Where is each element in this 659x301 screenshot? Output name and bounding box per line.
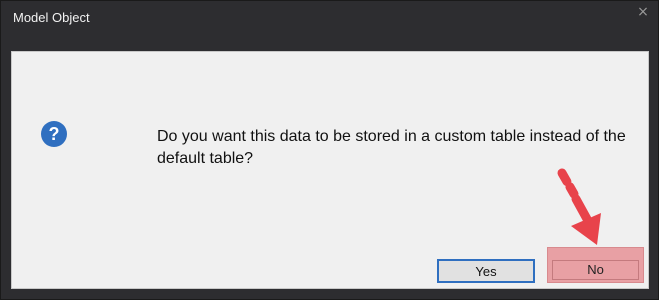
title-bar: Model Object × [1, 1, 658, 35]
yes-button[interactable]: Yes [437, 259, 535, 283]
dialog-body: ? Do you want this data to be stored in … [11, 51, 649, 289]
svg-text:?: ? [49, 124, 60, 144]
window-title: Model Object [13, 10, 90, 25]
dialog-message: Do you want this data to be stored in a … [157, 128, 626, 167]
no-button[interactable]: No [547, 247, 644, 283]
close-icon[interactable]: × [636, 5, 650, 19]
question-icon: ? [41, 121, 67, 147]
dialog-window: Model Object × ? Do you want this data t… [0, 0, 659, 300]
no-button-label: No [587, 262, 604, 277]
